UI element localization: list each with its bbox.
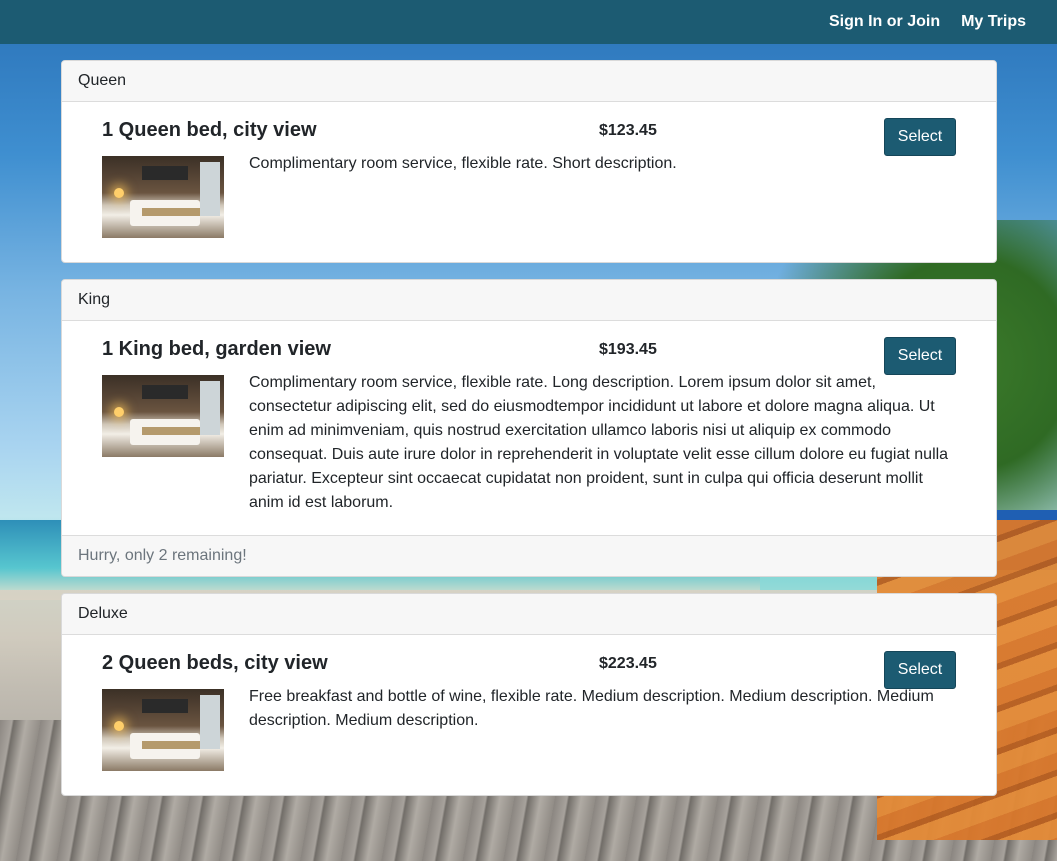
top-navbar: Sign In or Join My Trips bbox=[0, 0, 1057, 44]
sign-in-link[interactable]: Sign In or Join bbox=[829, 13, 940, 31]
room-description: Complimentary room service, flexible rat… bbox=[249, 155, 677, 172]
room-description: Free breakfast and bottle of wine, flexi… bbox=[249, 688, 934, 729]
room-card-body: 1 King bed, garden view $193.45 Select C… bbox=[62, 321, 996, 535]
room-card-body: 1 Queen bed, city view $123.45 Select Co… bbox=[62, 102, 996, 262]
room-title: 1 King bed, garden view bbox=[102, 338, 331, 360]
room-description: Complimentary room service, flexible rat… bbox=[249, 374, 949, 511]
select-room-button[interactable]: Select bbox=[884, 337, 956, 375]
availability-notice: Hurry, only 2 remaining! bbox=[62, 535, 996, 576]
room-price: $123.45 bbox=[599, 122, 657, 139]
room-card-body: 2 Queen beds, city view $223.45 Select F… bbox=[62, 635, 996, 795]
room-photo bbox=[102, 375, 224, 457]
room-title: 2 Queen beds, city view bbox=[102, 652, 328, 674]
select-room-button[interactable]: Select bbox=[884, 651, 956, 689]
room-price: $193.45 bbox=[599, 341, 657, 358]
select-room-button[interactable]: Select bbox=[884, 118, 956, 156]
room-card-queen: Queen 1 Queen bed, city view $123.45 Sel… bbox=[61, 60, 997, 263]
room-card-deluxe: Deluxe 2 Queen beds, city view $223.45 S… bbox=[61, 593, 997, 796]
room-title: 1 Queen bed, city view bbox=[102, 119, 317, 141]
room-photo bbox=[102, 689, 224, 771]
room-category-header: King bbox=[62, 280, 996, 321]
room-category-header: Queen bbox=[62, 61, 996, 102]
my-trips-link[interactable]: My Trips bbox=[961, 13, 1026, 31]
room-category-header: Deluxe bbox=[62, 594, 996, 635]
room-card-king: King 1 King bed, garden view $193.45 Sel… bbox=[61, 279, 997, 577]
room-price: $223.45 bbox=[599, 655, 657, 672]
room-photo bbox=[102, 156, 224, 238]
